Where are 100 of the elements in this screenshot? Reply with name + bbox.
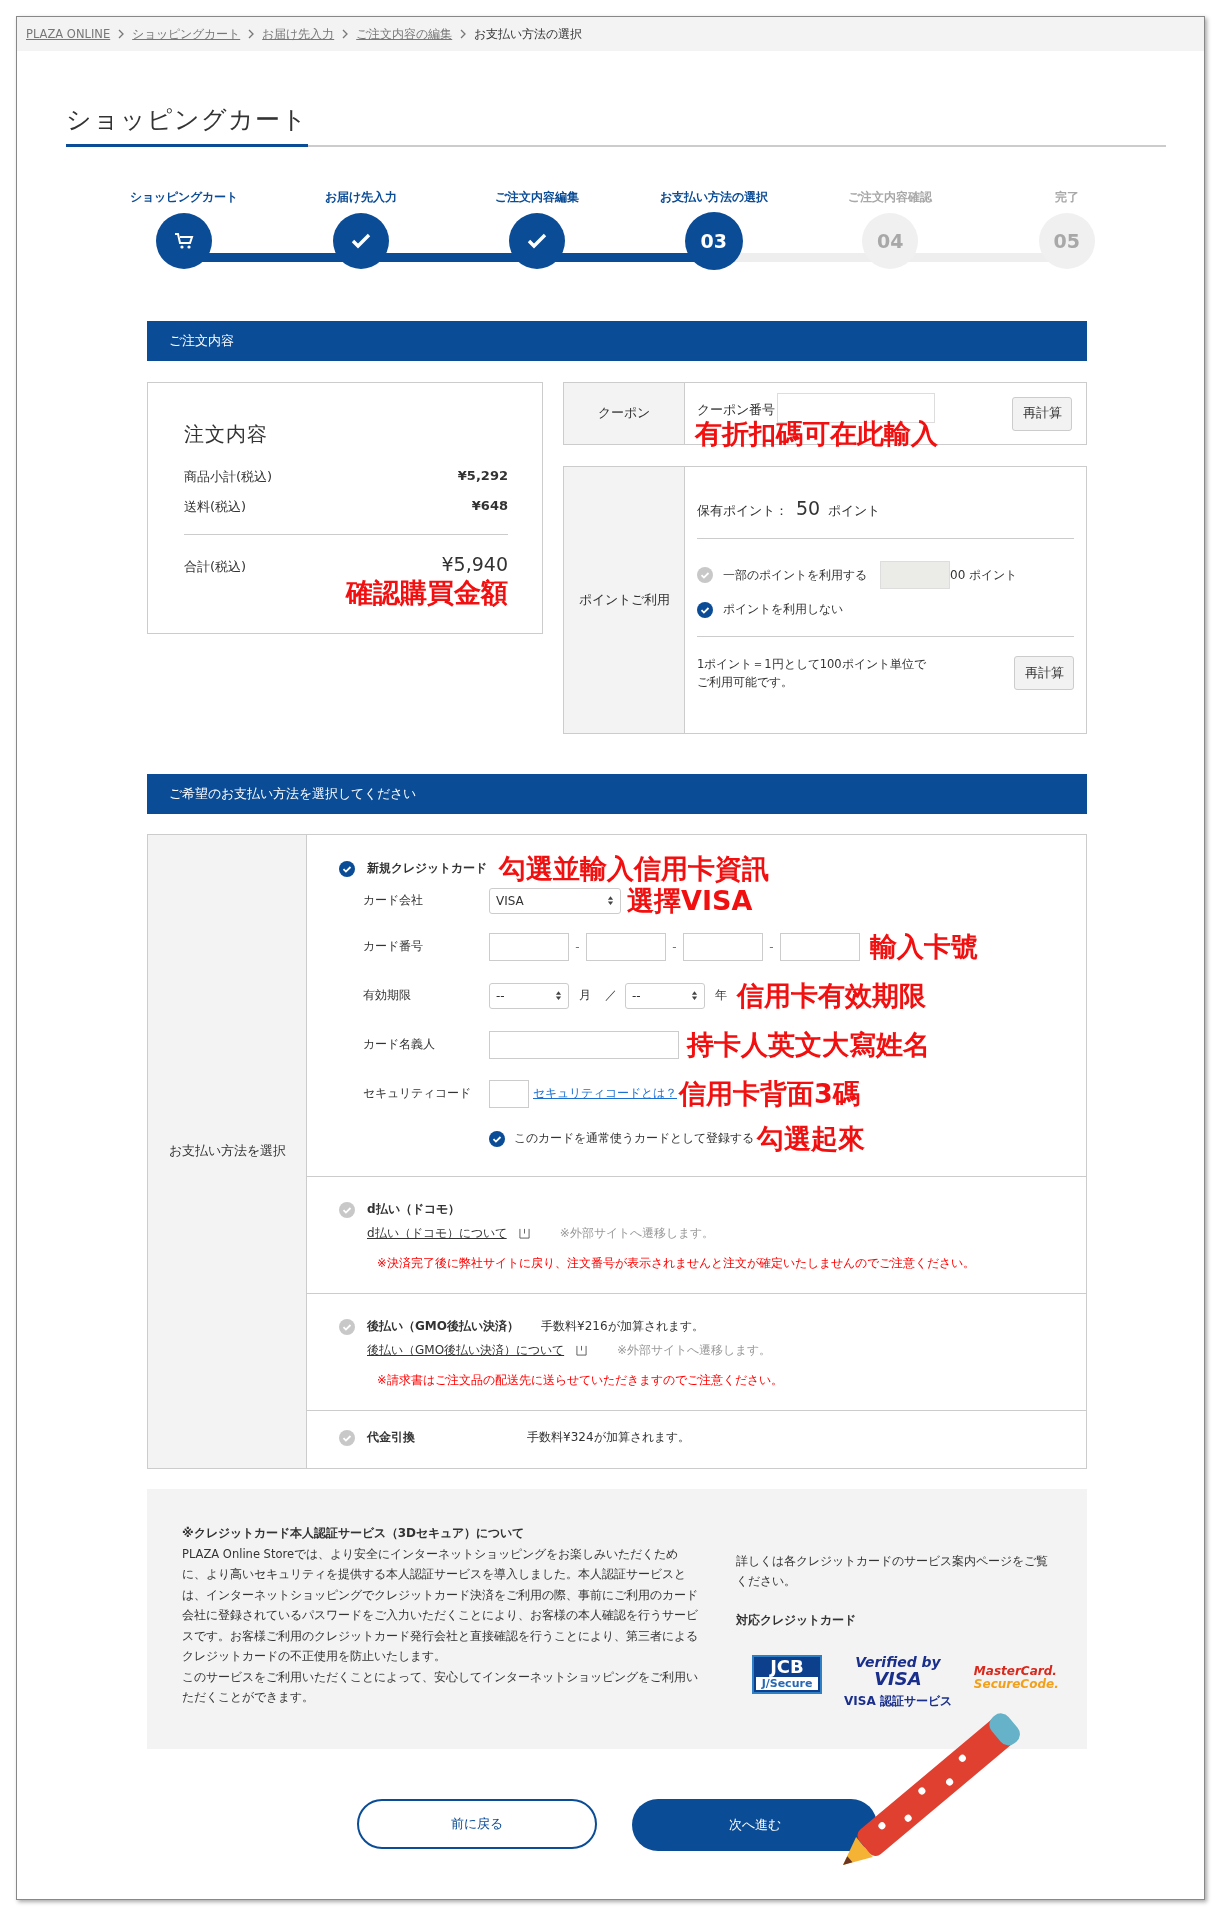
row-heading: ポイントご利用 — [564, 467, 685, 733]
updown-icon — [607, 895, 614, 907]
fee-note: 手数料¥216が加算されます。 — [541, 1318, 704, 1335]
option-label: ポイントを利用しない — [723, 601, 843, 618]
year-unit: 年 — [715, 987, 727, 1005]
chevron-icon — [460, 29, 467, 39]
field-label: カード会社 — [363, 892, 424, 910]
next-button[interactable]: 次へ進む — [632, 1799, 877, 1851]
total-amount: ¥5,940 — [441, 553, 508, 575]
step-label: ショッピングカート — [130, 189, 239, 205]
payment-method-name: d払い（ドコモ） — [367, 1201, 460, 1218]
breadcrumb-link[interactable]: お届け先入力 — [262, 26, 335, 42]
verified-by-visa-logo: Verified by VISA VISA 認証サービス — [844, 1654, 952, 1710]
annotation: 勾選並輸入信用卡資訊 — [499, 854, 769, 884]
cardholder-field[interactable] — [489, 1030, 679, 1059]
line-amount: ¥5,292 — [457, 468, 508, 485]
order-summary-title: 注文内容 — [184, 421, 269, 448]
jcb-secure-logo: JCB J/Secure — [752, 1654, 822, 1694]
year-select[interactable]: -- — [625, 982, 705, 1009]
card-number-field[interactable] — [780, 932, 860, 961]
radio-check-icon[interactable] — [697, 601, 713, 618]
info-title: ※クレジットカード本人認証サービス（3Dセキュア）について — [182, 1525, 525, 1542]
section-header: ご希望のお支払い方法を選択してください — [147, 774, 1087, 814]
page-title: ショッピングカート — [66, 103, 308, 147]
line-amount: ¥648 — [471, 498, 508, 515]
radio-check-icon[interactable] — [339, 1318, 355, 1335]
annotation: 確認購買金額 — [346, 578, 508, 608]
info-link[interactable]: d払い（ドコモ）について — [367, 1225, 507, 1242]
updown-icon — [555, 990, 562, 1002]
step-label: お届け先入力 — [324, 189, 397, 205]
row-heading: お支払い方法を選択 — [168, 1143, 286, 1160]
option-label: 一部のポイントを利用する — [723, 566, 867, 584]
fee-note: 手数料¥324が加算されます。 — [527, 1429, 690, 1446]
external-site-note: ※外部サイトへ遷移します。 — [559, 1225, 714, 1242]
security-code-link[interactable]: セキュリティコードとは？ — [533, 1085, 677, 1103]
card-company-select[interactable]: VISA — [489, 887, 621, 914]
warning-text: ※決済完了後に弊社サイトに戻り、注文番号が表示されませんと注文が確定いたしませんのでご注意ください。 — [376, 1256, 976, 1271]
payment-method-name: 後払い（GMO後払い決済） — [367, 1318, 519, 1335]
check-icon — [350, 233, 371, 249]
breadcrumb-link[interactable]: ショッピングカート — [132, 26, 241, 42]
breadcrumb-link[interactable]: PLAZA ONLINE — [26, 27, 111, 41]
line-label: 送料(税込) — [184, 498, 247, 516]
external-site-note: ※外部サイトへ遷移します。 — [617, 1342, 772, 1359]
section-header: ご注文内容 — [147, 321, 1087, 361]
points-suffix: 00 ポイント — [950, 566, 1018, 584]
checkbox-icon[interactable] — [489, 1130, 505, 1147]
points-label: 保有ポイント： — [697, 503, 788, 520]
cards-title: 対応クレジットカード — [736, 1611, 857, 1629]
checkbox-label: このカードを通常使うカードとして登録する — [514, 1130, 754, 1148]
warning-text: ※請求書はご注文品の配送先に送らせていただきますのでご注意ください。 — [376, 1373, 784, 1388]
field-label: カード名義人 — [363, 1036, 436, 1054]
info-paragraph: 詳しくは各クレジットカードのサービス案内ページをご覧ください。 — [736, 1553, 1049, 1591]
breadcrumb-link[interactable]: ご注文内容の編集 — [356, 26, 453, 42]
payment-method-name: 代金引換 — [367, 1429, 415, 1446]
radio-check-icon[interactable] — [339, 1429, 355, 1446]
annotation: 信用卡背面3碼 — [679, 1078, 860, 1109]
step-label: お支払い方法の選択 — [659, 189, 768, 205]
radio-check-icon[interactable] — [339, 860, 355, 877]
coupon-label: クーポン番号 — [697, 402, 775, 419]
separator-dash: - — [574, 939, 581, 954]
step-circle: 04 — [862, 213, 919, 269]
recalculate-button[interactable]: 再計算 — [1014, 656, 1074, 691]
card-number-field[interactable] — [586, 932, 666, 961]
chevron-icon — [118, 29, 125, 39]
annotation: 勾選起來 — [757, 1123, 865, 1154]
slash: ／ — [605, 987, 617, 1005]
separator-dash: - — [671, 939, 678, 954]
annotation: 選擇VISA — [627, 885, 753, 916]
line-label: 商品小計(税込) — [184, 468, 273, 486]
step-circle: 03 — [685, 213, 742, 269]
annotation: 信用卡有效期限 — [737, 980, 926, 1011]
check-icon — [527, 233, 548, 249]
field-label: 有効期限 — [363, 987, 412, 1005]
chevron-icon — [248, 29, 255, 39]
security-code-field[interactable] — [489, 1079, 529, 1108]
points-value: 50 — [796, 497, 821, 519]
updown-icon — [691, 990, 698, 1002]
back-button[interactable]: 前に戻る — [357, 1799, 597, 1849]
step-label: ご注文内容編集 — [495, 189, 580, 205]
annotation: 持卡人英文大寫姓名 — [687, 1029, 930, 1060]
mastercard-securecode-logo: MasterCard. SecureCode. — [973, 1664, 1059, 1692]
recalculate-button[interactable]: 再計算 — [1012, 396, 1072, 431]
month-select[interactable]: -- — [489, 982, 569, 1009]
radio-check-icon[interactable] — [339, 1201, 355, 1218]
chevron-icon — [342, 29, 349, 39]
points-note: 1ポイント＝1円として100ポイント単位で ご利用可能です。 — [697, 656, 926, 692]
step-label: ご注文内容確認 — [848, 189, 933, 205]
points-field[interactable] — [880, 561, 950, 589]
separator-dash: - — [768, 939, 775, 954]
info-link[interactable]: 後払い（GMO後払い決済）について — [367, 1342, 565, 1359]
card-number-field[interactable] — [489, 932, 569, 961]
points-unit: ポイント — [828, 503, 881, 520]
payment-method-name: 新規クレジットカード — [367, 860, 487, 878]
field-label: カード番号 — [363, 938, 424, 956]
step-label: 完了 — [1054, 189, 1079, 205]
card-number-field[interactable] — [683, 932, 763, 961]
row-heading: クーポン — [564, 383, 685, 444]
radio-check-icon[interactable] — [697, 567, 713, 583]
info-paragraph: PLAZA Online Storeでは、より安全にインターネットショッピングをお楽しみいただくために、より高いセキュリティを提供する本人認証サービスを導入しました。本人認証サービスとは、インターネットショッピングでクレジットカード決済をご利用の際、事前にご利用のカード会社に登録されているパスワードをご入力いただくことにより、お客様の本人確認を行うサービスです。お客様ご利用のクレジットカード発行会社と直接確認を行うことにより、第三者によるクレジットカードの不正使用を防止いたします。 — [182, 1546, 699, 1666]
breadcrumb-current: お支払い方法の選択 — [474, 26, 583, 42]
